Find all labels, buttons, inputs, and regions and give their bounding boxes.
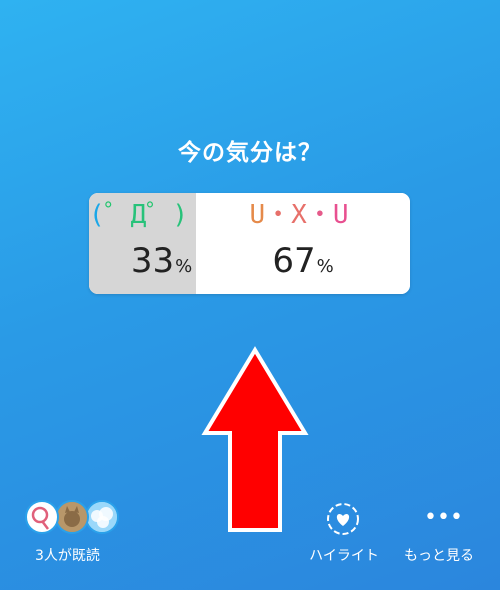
arrow-up-icon — [201, 346, 309, 532]
poll-sticker: (゜Д゜) U・X・U 33% 67% — [89, 193, 410, 294]
emoticon-b-part-1: U — [249, 200, 266, 230]
emoticon-a-part-1: ( — [89, 200, 105, 230]
seen-count-label[interactable]: 3人が既読 — [35, 545, 100, 565]
poll-option-b-emoticon: U・X・U — [229, 195, 369, 235]
emoticon-b-part-5: U — [332, 200, 349, 230]
percent-sign: % — [316, 256, 334, 277]
story-question: 今の気分は？ — [178, 140, 322, 166]
percent-sign: % — [175, 256, 193, 277]
heart-circle-icon[interactable] — [325, 501, 361, 537]
emoticon-a-part-2: ゜ — [104, 200, 131, 230]
emoticon-a-part-3: Д — [130, 200, 147, 230]
avatar — [85, 500, 119, 534]
avatar — [55, 500, 89, 534]
poll-option-a-percent-value: 33 — [130, 241, 175, 281]
emoticon-b-part-3: X — [291, 200, 307, 230]
emoticon-b-part-2: ・ — [265, 200, 292, 230]
emoticon-a-part-5: ) — [172, 200, 188, 230]
emoticon-b-part-4: ・ — [306, 200, 333, 230]
poll-option-b-percent-value: 67 — [272, 241, 316, 281]
viewer-avatars[interactable] — [25, 500, 125, 534]
more-label[interactable]: もっと見る — [398, 545, 480, 565]
avatar — [25, 500, 59, 534]
emoticon-a-part-4: ゜ — [146, 200, 173, 230]
more-dots-icon[interactable]: ••• — [424, 507, 463, 529]
poll-option-b-percent: 67% — [196, 241, 410, 281]
poll-option-a-emoticon: (゜Д゜) — [89, 195, 234, 235]
highlight-label[interactable]: ハイライト — [306, 545, 382, 565]
